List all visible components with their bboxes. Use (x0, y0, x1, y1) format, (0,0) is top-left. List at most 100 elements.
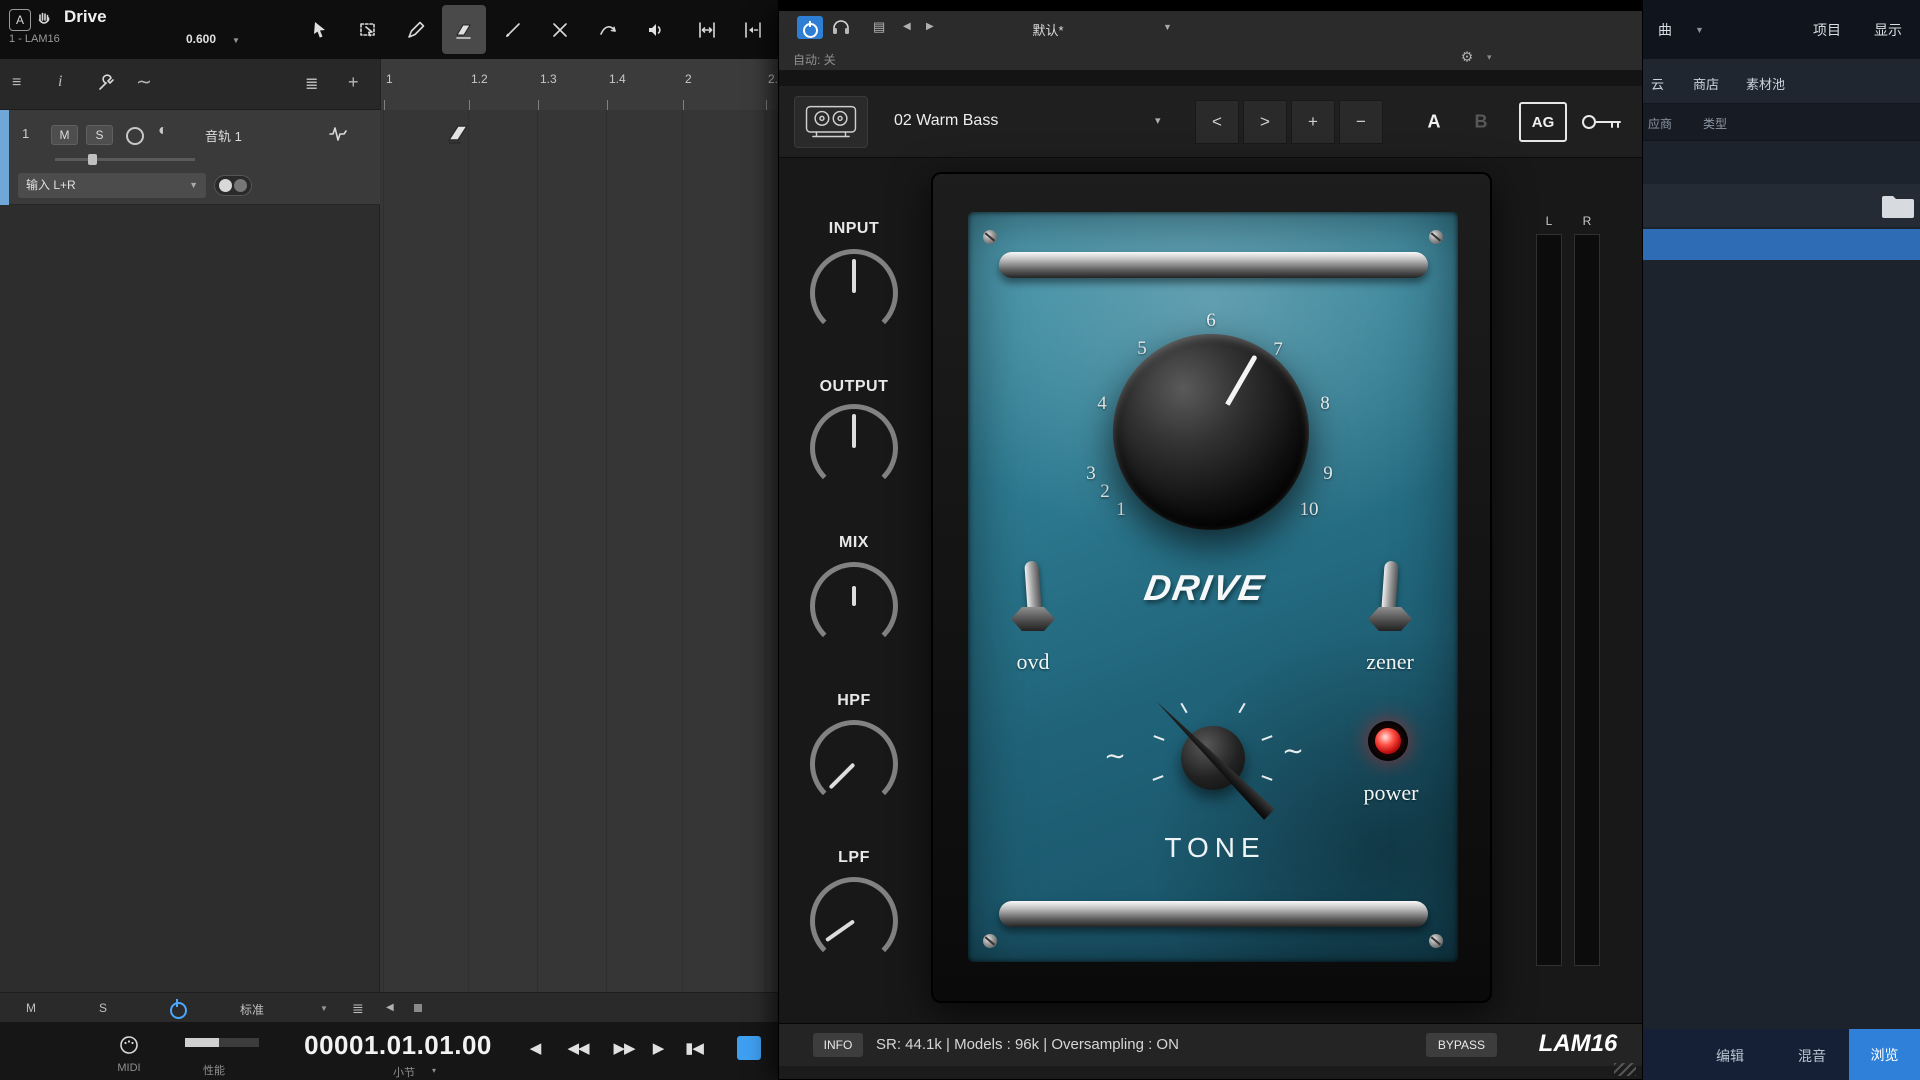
time-unit-caret-icon[interactable]: ▾ (432, 1066, 436, 1075)
track-volume-handle[interactable] (88, 154, 97, 165)
filter-vendor[interactable]: 应商 (1648, 115, 1672, 132)
stop-button[interactable] (737, 1036, 761, 1060)
stereo-mono-toggle[interactable] (214, 175, 252, 196)
footer-edit-tab[interactable]: 编辑 (1716, 1046, 1744, 1066)
ab-slot-b-button[interactable]: B (1475, 112, 1488, 133)
automation-mode-label[interactable]: 自动: 关 (793, 51, 836, 68)
snap-caret-icon[interactable]: ▼ (320, 1004, 328, 1013)
track-mute-button[interactable]: M (51, 125, 78, 145)
eraser-tool-button[interactable] (442, 5, 486, 54)
mute-tool-button[interactable] (538, 5, 582, 54)
drive-scale-5: 5 (1137, 338, 1147, 360)
add-track-icon[interactable]: + (348, 72, 359, 93)
output-knob[interactable] (810, 404, 898, 492)
play-button[interactable]: ▶ (653, 1039, 664, 1057)
track-input-value: 输入 L+R (26, 178, 76, 192)
rewind-button[interactable]: ◀◀ (567, 1039, 588, 1057)
paint-tool-button[interactable] (491, 5, 535, 54)
tab-cloud[interactable]: 云 (1651, 74, 1664, 93)
hpf-knob[interactable] (810, 720, 898, 808)
preset-prev-button[interactable]: < (1195, 100, 1239, 144)
info-button[interactable]: INFO (813, 1033, 863, 1057)
arrange-list-icon[interactable]: ≣ (305, 74, 318, 94)
autoscroll-badge[interactable]: A (9, 9, 31, 31)
plugin-bottom-strip (779, 1066, 1642, 1079)
track-header[interactable]: 1 M S ◐ 音轨 1 输入 L+R ▼ (0, 110, 380, 205)
global-solo-button[interactable]: S (99, 1001, 107, 1015)
pencil-tool-button[interactable] (394, 5, 438, 54)
lpf-knob[interactable] (810, 877, 898, 965)
plugin-preset-select[interactable]: 02 Warm Bass (894, 112, 998, 130)
mix-knob[interactable] (810, 562, 898, 650)
list-item-selected[interactable] (1643, 229, 1920, 260)
ab-slot-a-button[interactable]: A (1428, 112, 1441, 133)
track-input-select[interactable]: 输入 L+R ▼ (18, 173, 206, 198)
global-mute-button[interactable]: M (26, 1001, 36, 1015)
track-name[interactable]: 音轨 1 (205, 126, 242, 145)
filter-type[interactable]: 类型 (1703, 115, 1727, 132)
plugin-preset-caret-icon[interactable]: ▾ (1155, 114, 1161, 127)
loop-back-button[interactable]: ◀ (530, 1039, 541, 1057)
return-to-start-button[interactable]: ▮◀ (685, 1039, 703, 1057)
track-list-menu-icon[interactable]: ≡ (12, 74, 21, 92)
wrench-icon[interactable] (96, 73, 116, 93)
tape-machine-icon[interactable] (794, 96, 868, 148)
bend-tool-button[interactable] (586, 5, 630, 54)
preset-next-icon[interactable]: ▶ (926, 21, 934, 32)
tab-pool[interactable]: 素材池 (1746, 74, 1785, 93)
settings-caret-icon[interactable]: ▾ (1487, 52, 1492, 63)
timestretch-tool-button[interactable] (685, 5, 729, 54)
snap-mode-select[interactable]: 标准 (240, 1001, 264, 1018)
song-menu[interactable]: 曲 (1658, 20, 1672, 40)
nudge-block-icon[interactable] (414, 1004, 422, 1012)
browser-panel: 曲 ▼ 项目 显示 云 商店 素材池 应商 类型 编辑 混音 浏览 (1643, 0, 1920, 1080)
transform-tool-button[interactable] (731, 5, 775, 54)
preset-add-button[interactable]: + (1291, 100, 1335, 144)
tempo-value[interactable]: 0.600 (186, 32, 216, 46)
gear-icon[interactable]: ⚙ (1461, 49, 1474, 66)
preset-remove-button[interactable]: − (1339, 100, 1383, 144)
hand-tool-icon[interactable] (34, 9, 54, 29)
preset-prev-icon[interactable]: ◀ (903, 21, 911, 32)
tab-shop[interactable]: 商店 (1693, 74, 1719, 93)
drive-knob[interactable] (1113, 334, 1309, 530)
ag-button[interactable]: AG (1519, 102, 1567, 142)
tempo-caret-icon[interactable]: ▼ (232, 36, 240, 45)
event-doc-icon[interactable]: ▤ (873, 19, 885, 35)
timeline-ruler[interactable]: 1 1.2 1.3 1.4 2 2.2 (380, 59, 778, 110)
input-knob[interactable] (810, 249, 898, 337)
list-item[interactable] (1643, 184, 1920, 227)
pointer-tool-button[interactable] (298, 5, 342, 54)
automation-icon[interactable]: ∼ (136, 71, 152, 94)
quantize-list-icon[interactable]: ≣ (352, 1000, 364, 1017)
bypass-button[interactable]: BYPASS (1426, 1033, 1497, 1057)
plugin-power-button[interactable] (797, 16, 823, 39)
power-bypass-icon[interactable] (170, 1002, 187, 1019)
resize-grip[interactable] (1614, 1063, 1636, 1076)
browser-list[interactable] (1643, 141, 1920, 1029)
footer-browse-tab[interactable]: 浏览 (1849, 1029, 1920, 1080)
time-unit-select[interactable]: 小节 (393, 1064, 415, 1080)
preset-next-button[interactable]: > (1243, 100, 1287, 144)
headphones-icon[interactable] (831, 18, 851, 36)
track-solo-button[interactable]: S (86, 125, 113, 145)
license-key-icon[interactable] (1580, 111, 1624, 133)
nudge-left-icon[interactable]: ◀ (386, 1002, 394, 1013)
song-caret-icon[interactable]: ▼ (1695, 25, 1704, 35)
inspector-icon[interactable]: i (58, 73, 62, 91)
project-menu[interactable]: 项目 (1813, 20, 1841, 40)
listen-tool-button[interactable] (633, 5, 677, 54)
track-volume-slider[interactable] (55, 158, 195, 161)
track-wave-icon[interactable] (328, 124, 350, 142)
forward-button[interactable]: ▶▶ (613, 1039, 634, 1057)
time-display[interactable]: 00001.01.01.00 (304, 1030, 492, 1061)
performance-meter[interactable] (185, 1038, 259, 1047)
track-monitor-button[interactable]: ◐ (158, 122, 168, 140)
display-menu[interactable]: 显示 (1874, 20, 1902, 40)
footer-mix-tab[interactable]: 混音 (1798, 1046, 1826, 1066)
arrange-area[interactable] (380, 110, 778, 992)
range-tool-button[interactable] (346, 5, 390, 54)
wrapper-preset-caret-icon[interactable]: ▼ (1163, 22, 1172, 32)
wrapper-preset-select[interactable]: 默认* (1032, 20, 1063, 39)
track-record-button[interactable] (126, 127, 144, 145)
